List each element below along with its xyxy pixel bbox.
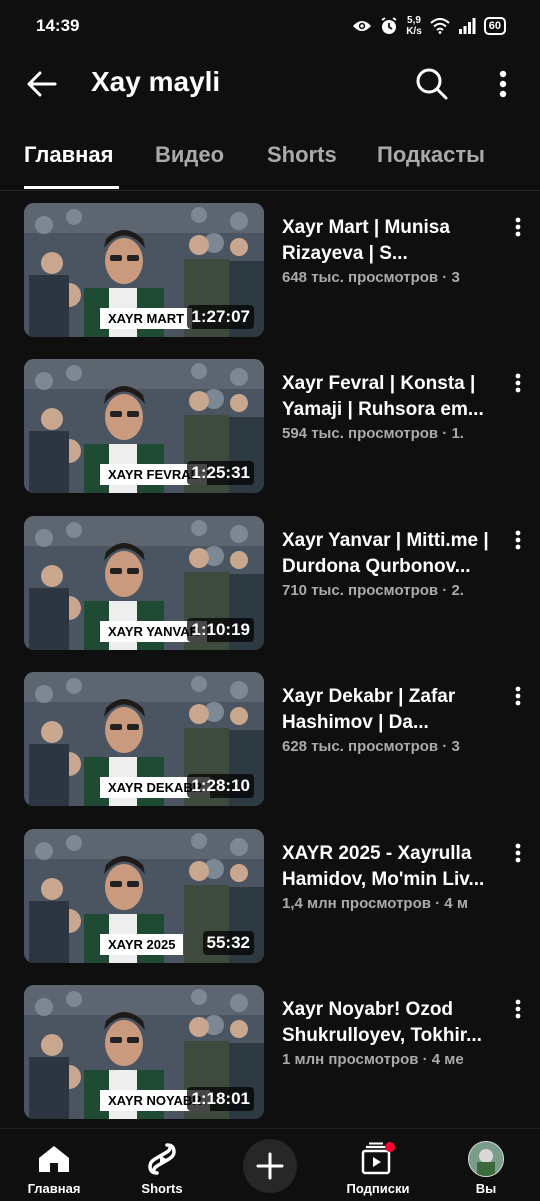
active-tab-indicator xyxy=(24,186,119,189)
video-meta: Xayr Dekabr | Zafar Hashimov | Da... 628… xyxy=(282,684,502,755)
video-meta: Xayr Yanvar | Mitti.me | Durdona Qurbono… xyxy=(282,528,502,599)
more-vert-icon xyxy=(515,373,521,393)
video-title[interactable]: Xayr Fevral | Konsta | Yamaji | Ruhsora … xyxy=(282,371,498,423)
more-vert-icon xyxy=(499,70,507,98)
wifi-icon xyxy=(430,18,450,34)
video-menu-button[interactable] xyxy=(506,999,530,1029)
subscriptions-icon xyxy=(358,1141,398,1177)
video-views: 1,4 млн просмотров · 4 м xyxy=(282,895,468,912)
search-button[interactable] xyxy=(410,62,454,106)
more-vert-icon xyxy=(515,843,521,863)
tab-home[interactable]: Главная xyxy=(24,142,113,168)
arrow-left-icon xyxy=(27,71,57,97)
plus-icon xyxy=(256,1152,284,1180)
video-title[interactable]: Xayr Noyabr! Ozod Shukrulloyev, Tokhir..… xyxy=(282,997,498,1049)
video-menu-button[interactable] xyxy=(506,843,530,873)
tab-videos[interactable]: Видео xyxy=(155,142,224,168)
video-meta: Xayr Fevral | Konsta | Yamaji | Ruhsora … xyxy=(282,371,502,442)
status-icons: 5,9 K/s 60 xyxy=(352,12,506,40)
shorts-icon xyxy=(142,1141,182,1177)
video-views: 594 тыс. просмотров · 1. xyxy=(282,425,464,442)
video-item[interactable]: XAYR 2025 55:32 XAYR 2025 - Xayrulla Ham… xyxy=(0,829,540,969)
video-title[interactable]: Xayr Yanvar | Mitti.me | Durdona Qurbono… xyxy=(282,528,498,580)
nav-home[interactable]: Главная xyxy=(4,1135,104,1197)
video-title[interactable]: Xayr Mart | Munisa Rizayeva | S... xyxy=(282,215,498,267)
video-views: 710 тыс. просмотров · 2. xyxy=(282,582,464,599)
nav-subscriptions-label: Подписки xyxy=(346,1181,410,1196)
video-menu-button[interactable] xyxy=(506,686,530,716)
nav-you[interactable]: Вы xyxy=(436,1135,536,1197)
video-views: 1 млн просмотров · 4 ме xyxy=(282,1051,464,1068)
speed-value: 5,9 xyxy=(407,15,421,26)
network-speed: 5,9 K/s xyxy=(406,15,422,37)
video-meta: Xayr Noyabr! Ozod Shukrulloyev, Tokhir..… xyxy=(282,997,502,1068)
more-vert-icon xyxy=(515,686,521,706)
video-title[interactable]: XAYR 2025 - Xayrulla Hamidov, Mo'min Liv… xyxy=(282,841,498,893)
video-views: 648 тыс. просмотров · 3 xyxy=(282,269,460,286)
video-duration: 1:18:01 xyxy=(187,1087,254,1111)
profile-avatar xyxy=(468,1141,504,1177)
video-item[interactable]: XAYR NOYABR 1:18:01 Xayr Noyabr! Ozod Sh… xyxy=(0,985,540,1125)
bottom-navigation: Главная Shorts Подписки Вы xyxy=(0,1128,540,1201)
video-meta: XAYR 2025 - Xayrulla Hamidov, Mo'min Liv… xyxy=(282,841,502,912)
tab-podcasts[interactable]: Подкасты xyxy=(377,142,485,168)
back-button[interactable] xyxy=(22,64,62,104)
video-duration: 1:25:31 xyxy=(187,461,254,485)
video-item[interactable]: XAYR FEVRAL 1:25:31 Xayr Fevral | Konsta… xyxy=(0,359,540,499)
status-bar: 14:39 5,9 K/s 60 xyxy=(0,0,540,52)
battery-indicator: 60 xyxy=(483,17,506,35)
signal-icon xyxy=(458,18,476,34)
nav-shorts[interactable]: Shorts xyxy=(112,1135,212,1197)
video-duration: 55:32 xyxy=(202,931,254,955)
nav-home-label: Главная xyxy=(27,1181,81,1196)
video-title[interactable]: Xayr Dekabr | Zafar Hashimov | Da... xyxy=(282,684,498,736)
speed-unit: K/s xyxy=(406,26,422,37)
video-duration: 1:28:10 xyxy=(187,774,254,798)
tab-shorts[interactable]: Shorts xyxy=(267,142,337,168)
nav-subscriptions[interactable]: Подписки xyxy=(328,1135,428,1197)
video-item[interactable]: XAYR YANVAR 1:10:19 Xayr Yanvar | Mitti.… xyxy=(0,516,540,656)
thumbnail-caption: XAYR MART xyxy=(100,308,193,329)
video-thumbnail[interactable]: XAYR DEKABR 1:28:10 xyxy=(24,672,264,806)
video-meta: Xayr Mart | Munisa Rizayeva | S... 648 т… xyxy=(282,215,502,286)
video-thumbnail[interactable]: XAYR 2025 55:32 xyxy=(24,829,264,963)
top-app-bar: Xay mayli xyxy=(0,52,540,114)
create-button[interactable] xyxy=(243,1139,297,1193)
more-vert-icon xyxy=(515,530,521,550)
video-menu-button[interactable] xyxy=(506,373,530,403)
video-item[interactable]: XAYR MART 1:27:07 Xayr Mart | Munisa Riz… xyxy=(0,203,540,343)
video-duration: 1:10:19 xyxy=(187,618,254,642)
nav-you-label: Вы xyxy=(475,1181,497,1196)
more-options-button[interactable] xyxy=(488,64,518,104)
video-menu-button[interactable] xyxy=(506,217,530,247)
status-time: 14:39 xyxy=(36,16,80,35)
video-views: 628 тыс. просмотров · 3 xyxy=(282,738,460,755)
more-vert-icon xyxy=(515,999,521,1019)
eye-icon xyxy=(352,19,372,33)
search-icon xyxy=(416,68,448,100)
video-thumbnail[interactable]: XAYR MART 1:27:07 xyxy=(24,203,264,337)
video-thumbnail[interactable]: XAYR FEVRAL 1:25:31 xyxy=(24,359,264,493)
avatar xyxy=(466,1141,506,1177)
channel-tabs: Главная Видео Shorts Подкасты xyxy=(0,132,540,191)
video-thumbnail[interactable]: XAYR YANVAR 1:10:19 xyxy=(24,516,264,650)
channel-title: Xay mayli xyxy=(91,66,221,97)
thumbnail-caption: XAYR 2025 xyxy=(100,934,184,955)
alarm-icon xyxy=(380,17,398,35)
video-duration: 1:27:07 xyxy=(187,305,254,329)
more-vert-icon xyxy=(515,217,521,237)
home-icon xyxy=(34,1141,74,1177)
nav-shorts-label: Shorts xyxy=(141,1181,183,1196)
video-thumbnail[interactable]: XAYR NOYABR 1:18:01 xyxy=(24,985,264,1119)
video-item[interactable]: XAYR DEKABR 1:28:10 Xayr Dekabr | Zafar … xyxy=(0,672,540,812)
video-menu-button[interactable] xyxy=(506,530,530,560)
